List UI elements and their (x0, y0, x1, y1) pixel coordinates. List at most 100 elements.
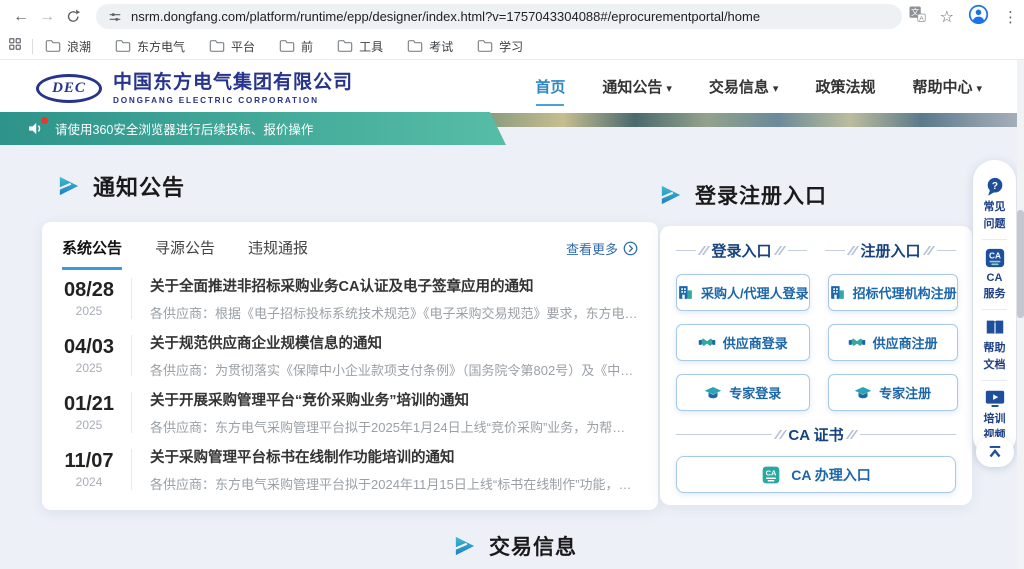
bookmark-folder[interactable]: 考试 (407, 38, 453, 55)
site-header: DEC 中国东方电气集团有限公司 DONGFANG ELECTRIC CORPO… (0, 60, 1024, 113)
bookmark-folder[interactable]: 前 (279, 38, 313, 55)
browser-menu-icon[interactable]: ⋮ (1003, 8, 1018, 26)
bookmark-folder[interactable]: 工具 (337, 38, 383, 55)
main-navigation: 首页 通知公告 交易信息 政策法规 帮助中心 (535, 60, 982, 113)
forward-icon[interactable]: → (34, 0, 60, 33)
tab-sourcing-notices[interactable]: 寻源公告 (155, 237, 215, 267)
divider (131, 449, 132, 490)
back-to-top-button[interactable] (976, 437, 1014, 467)
notice-date-md: 01/21 (60, 393, 118, 416)
divider (131, 392, 132, 433)
button-label: 供应商登录 (723, 333, 788, 352)
notice-date-year: 2024 (60, 475, 118, 489)
floating-sidebar: ? 常见 问题 CA CA 服务 帮助 文档 培训 视频 (973, 160, 1016, 457)
translate-icon[interactable]: 文A (908, 5, 926, 28)
ribbon-text: 请使用360安全浏览器进行后续投标、报价操作 (55, 119, 313, 138)
reload-icon[interactable] (60, 0, 86, 33)
trade-section-heading: 交易信息 (454, 531, 577, 561)
nav-trade-info[interactable]: 交易信息 (709, 76, 779, 97)
notice-row[interactable]: 01/21 2025 关于开展采购管理平台“竞价采购业务”培训的通知 各供应商：… (60, 384, 638, 441)
site-info-icon[interactable] (108, 10, 122, 24)
bookmark-star-icon[interactable]: ☆ (940, 7, 954, 27)
tab-violation-reports[interactable]: 违规通报 (248, 237, 308, 267)
bookmark-folder[interactable]: 学习 (477, 38, 523, 55)
notice-row[interactable]: 11/07 2024 关于采购管理平台标书在线制作功能培训的通知 各供应商：东方… (60, 441, 638, 498)
bookmark-folder[interactable]: 平台 (209, 38, 255, 55)
notice-title[interactable]: 关于采购管理平台标书在线制作功能培训的通知 (150, 446, 638, 467)
expert-register-button[interactable]: 专家注册 (828, 374, 958, 411)
notice-row[interactable]: 04/03 2025 关于规范供应商企业规模信息的通知 各供应商：为贯彻落实《保… (60, 327, 638, 384)
url-text: nsrm.dongfang.com/platform/runtime/epp/d… (131, 9, 760, 24)
notice-desc: 各供应商：东方电气采购管理平台拟于2024年11月15日上线“标书在线制作”功能… (150, 474, 638, 493)
login-entry-label: 登录入口 (712, 240, 772, 261)
notice-title[interactable]: 关于开展采购管理平台“竞价采购业务”培训的通知 (150, 389, 638, 410)
notice-date-year: 2025 (60, 304, 118, 318)
apps-grid-icon[interactable] (8, 37, 22, 56)
company-logo[interactable]: DEC 中国东方电气集团有限公司 DONGFANG ELECTRIC CORPO… (36, 73, 353, 105)
notice-desc: 各供应商：为贯彻落实《保障中小企业款项支付条例》（国务院令第802号）及《中小企… (150, 360, 638, 379)
video-monitor-icon (984, 388, 1006, 410)
sidebar-label: 培训 (984, 413, 1006, 427)
bookmark-label: 考试 (429, 38, 453, 55)
login-entry-header: 登录入口 (676, 240, 807, 261)
section-arrow-icon (58, 175, 80, 197)
login-title: 登录注册入口 (695, 180, 827, 210)
nav-home[interactable]: 首页 (535, 76, 565, 97)
bookmark-folder[interactable]: 东方电气 (115, 38, 185, 55)
nav-notices[interactable]: 通知公告 (602, 76, 672, 97)
ca-service-shortcut[interactable]: CA CA 服务 (984, 240, 1006, 310)
notice-date-md: 08/28 (60, 279, 118, 302)
button-label: 招标代理机构注册 (853, 283, 957, 302)
profile-avatar-icon[interactable] (968, 4, 989, 30)
building-icon (677, 284, 694, 301)
browser-notice-ribbon: 请使用360安全浏览器进行后续投标、报价操作 (0, 112, 506, 145)
graduation-cap-icon (854, 384, 872, 402)
svg-text:CA: CA (989, 251, 1001, 260)
section-arrow-icon (660, 184, 682, 206)
help-docs-shortcut[interactable]: 帮助 文档 (984, 310, 1006, 380)
alert-dot (41, 117, 48, 124)
supplier-login-button[interactable]: 供应商登录 (676, 324, 810, 361)
notice-date: 04/03 2025 (60, 336, 118, 375)
scrollbar-track[interactable] (1017, 60, 1024, 569)
book-icon (984, 317, 1006, 339)
nav-help-center[interactable]: 帮助中心 (912, 76, 982, 97)
register-entry-header: 注册入口 (825, 240, 956, 261)
dec-logo-oval: DEC (36, 74, 102, 103)
faq-shortcut[interactable]: ? 常见 问题 (984, 169, 1006, 239)
view-more-link[interactable]: 查看更多 (566, 239, 638, 258)
bookmarks-separator (32, 39, 33, 54)
notice-date-year: 2025 (60, 418, 118, 432)
scrollbar-thumb[interactable] (1017, 210, 1024, 318)
url-bar[interactable]: nsrm.dongfang.com/platform/runtime/epp/d… (96, 4, 902, 29)
notice-list: 08/28 2025 关于全面推进非招标采购业务CA认证及电子签章应用的通知 各… (42, 266, 658, 498)
bookmark-folder[interactable]: 浪潮 (45, 38, 91, 55)
notice-title[interactable]: 关于全面推进非招标采购业务CA认证及电子签章应用的通知 (150, 275, 638, 296)
bookmark-label: 工具 (359, 38, 383, 55)
tab-system-notices[interactable]: 系统公告 (62, 237, 122, 270)
folder-icon (45, 39, 61, 53)
bidding-agency-register-button[interactable]: 招标代理机构注册 (828, 274, 958, 311)
register-entry-label: 注册入口 (861, 240, 921, 261)
nav-policies[interactable]: 政策法规 (815, 76, 875, 97)
back-icon[interactable]: ← (8, 0, 34, 33)
trade-title: 交易信息 (489, 531, 577, 561)
login-section-heading: 登录注册入口 (660, 180, 827, 210)
sidebar-label: 问题 (984, 218, 1006, 232)
notice-row[interactable]: 08/28 2025 关于全面推进非招标采购业务CA认证及电子签章应用的通知 各… (60, 270, 638, 327)
bookmark-label: 学习 (499, 38, 523, 55)
company-name-en: DONGFANG ELECTRIC CORPORATION (113, 96, 353, 105)
purchaser-agent-login-button[interactable]: 采购人/代理人登录 (676, 274, 810, 311)
svg-text:A: A (919, 15, 924, 22)
notice-title[interactable]: 关于规范供应商企业规模信息的通知 (150, 332, 638, 353)
ca-apply-button[interactable]: CA CA 办理入口 (676, 456, 956, 493)
notice-desc: 各供应商：根据《电子招标投标系统技术规范》《电子采购交易规范》要求，东方电气采购… (150, 303, 638, 322)
bookmarks-bar: 浪潮 东方电气 平台 前 工具 考试 学习 (0, 33, 1024, 60)
folder-icon (407, 39, 423, 53)
supplier-register-button[interactable]: 供应商注册 (828, 324, 958, 361)
folder-icon (209, 39, 225, 53)
expert-login-button[interactable]: 专家登录 (676, 374, 810, 411)
button-label: CA 办理入口 (791, 465, 871, 485)
graduation-cap-icon (704, 384, 722, 402)
building-icon (829, 284, 846, 301)
